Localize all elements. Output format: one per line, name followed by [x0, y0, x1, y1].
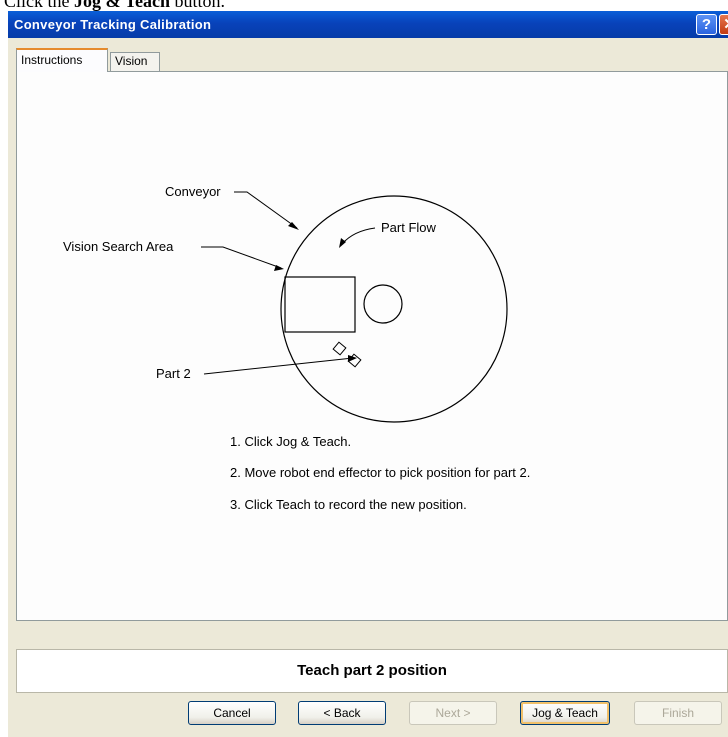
- instruction-step-2: 2. Move robot end effector to pick posit…: [230, 465, 531, 480]
- instruction-step-1: 1. Click Jog & Teach.: [230, 434, 352, 449]
- fragment-bold: Jog & Teach: [74, 0, 171, 11]
- vision-search-area-label: Vision Search Area: [63, 239, 174, 254]
- finish-button[interactable]: Finish: [634, 701, 722, 725]
- part-flow-label: Part Flow: [381, 220, 436, 235]
- part-1-diamond: [332, 341, 347, 356]
- part-flow-pointer: [341, 227, 376, 245]
- fragment-suffix: button.: [170, 0, 226, 11]
- fragment-prefix: Click the: [4, 0, 74, 11]
- tab-vision[interactable]: Vision: [110, 52, 160, 71]
- part-2-label: Part 2: [156, 366, 191, 381]
- instruction-step-3: 3. Click Teach to record the new positio…: [230, 497, 467, 512]
- tab-instructions[interactable]: Instructions: [16, 48, 108, 72]
- part2-pointer: [203, 357, 354, 375]
- next-button[interactable]: Next >: [409, 701, 497, 725]
- help-button[interactable]: ?: [696, 14, 717, 35]
- window-title: Conveyor Tracking Calibration: [14, 17, 212, 32]
- vision-search-area-rect: [284, 276, 356, 333]
- instructions-panel: Conveyor Part Flow Vision Search Area Pa…: [16, 71, 728, 621]
- conveyor-label: Conveyor: [165, 184, 221, 199]
- vision-search-pointer: [201, 246, 282, 269]
- calibration-dialog: Conveyor Tracking Calibration ? ✕ Instru…: [8, 11, 728, 737]
- conveyor-diagram: [201, 191, 508, 423]
- hub-circle: [363, 284, 403, 324]
- jog-teach-button[interactable]: Jog & Teach: [520, 701, 610, 725]
- instruction-fragment: Click the Jog & Teach button.: [0, 0, 728, 11]
- back-button[interactable]: < Back: [298, 701, 386, 725]
- title-bar: Conveyor Tracking Calibration ? ✕: [8, 11, 728, 38]
- conveyor-pointer: [234, 191, 298, 229]
- close-button[interactable]: ✕: [719, 14, 728, 35]
- status-message: Teach part 2 position: [16, 649, 728, 693]
- cancel-button[interactable]: Cancel: [188, 701, 276, 725]
